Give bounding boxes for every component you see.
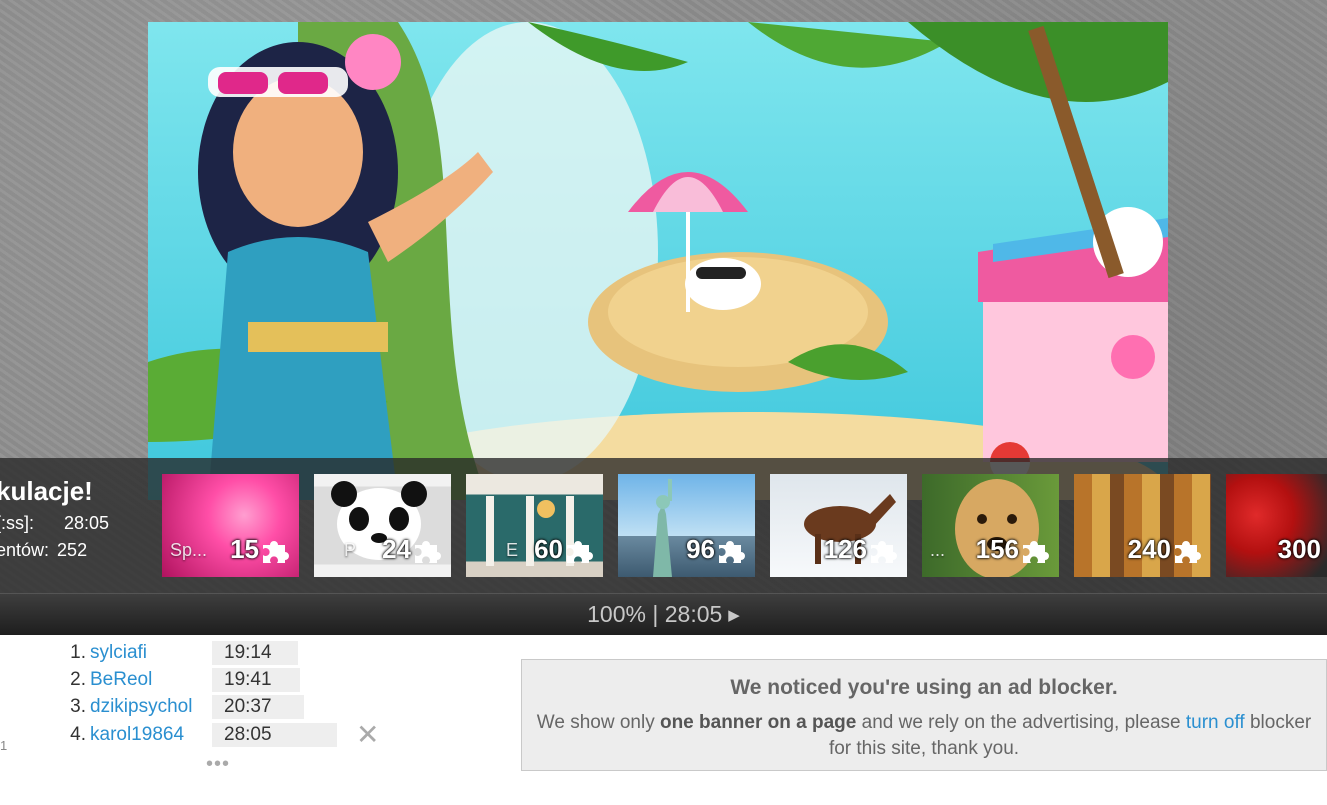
leaderboard-row: 2. BeReol 19:41 xyxy=(50,668,310,692)
puzzle-thumbnail[interactable]: 126 xyxy=(770,474,907,577)
puzzle-piece-icon xyxy=(1023,541,1049,563)
time-row: [:ss]: 28:05 xyxy=(0,513,146,534)
thumbnail-name: Sp... xyxy=(170,540,208,560)
thumbnail-piece-count: 300 xyxy=(1277,534,1321,564)
thumbnail-piece-count: 240 xyxy=(1127,534,1171,564)
ad-text-part: We show only xyxy=(536,712,660,733)
stats-bar: 100% | 28:05 ▶ xyxy=(0,593,1327,635)
thumbnail-name: ... xyxy=(930,540,946,560)
congratulations-panel: kulacje! [:ss]: 28:05 entów: 252 xyxy=(0,476,146,561)
time-value: 28:05 xyxy=(64,513,110,533)
leaderboard-time: 28:05 xyxy=(212,723,337,747)
thumbnail-piece-count: 156 xyxy=(975,534,1019,564)
ad-blocker-notice: We noticed you're using an ad blocker. W… xyxy=(521,659,1327,771)
puzzle-piece-icon xyxy=(567,541,593,563)
puzzle-piece-icon xyxy=(415,541,441,563)
more-results-icon[interactable]: ••• xyxy=(206,753,230,776)
progress-percent: 100% xyxy=(587,601,646,627)
ad-text-bold: one banner on a page xyxy=(659,712,857,733)
puzzle-thumbnail[interactable]: 240 xyxy=(1074,474,1211,577)
time-label: [:ss]: xyxy=(0,513,35,533)
pieces-label: entów: xyxy=(0,540,50,560)
congratulations-title: kulacje! xyxy=(0,476,93,506)
thumbnail-piece-count: 15 xyxy=(230,534,259,564)
leaderboard-rank: 2. xyxy=(70,669,86,690)
pieces-value: 252 xyxy=(57,540,88,560)
ad-text-part: and we rely on the advertising, please xyxy=(856,712,1186,733)
elapsed-time: 28:05 xyxy=(664,601,723,627)
leaderboard-player-link[interactable]: sylciafi xyxy=(90,642,147,664)
leaderboard-time: 20:37 xyxy=(212,695,304,719)
play-icon[interactable]: ▶ xyxy=(728,607,740,624)
ad-notice-text: We show only one banner on a page and we… xyxy=(522,710,1326,762)
puzzle-thumbnail[interactable]: Sp... 15 xyxy=(162,474,299,577)
puzzle-thumbnail[interactable]: 300 xyxy=(1226,474,1327,577)
thumbnail-piece-count: 60 xyxy=(534,534,563,564)
side-number: 1 xyxy=(0,738,8,753)
thumbnail-name: E xyxy=(506,540,519,560)
puzzle-thumbnail[interactable]: ... 156 xyxy=(922,474,1059,577)
leaderboard-rank: 4. xyxy=(70,724,86,745)
leaderboard-time: 19:14 xyxy=(212,641,298,665)
thumbnail-name: P xyxy=(344,540,357,560)
leaderboard-player-link[interactable]: BeReol xyxy=(90,669,152,691)
completed-puzzle-image xyxy=(148,22,1168,500)
leaderboard-row: 1. sylciafi 19:14 xyxy=(50,641,310,665)
stats-separator: | xyxy=(652,601,659,627)
leaderboard-row: 3. dzikipsychol 20:37 xyxy=(50,695,310,719)
puzzle-piece-icon xyxy=(871,541,897,563)
leaderboard-rank: 3. xyxy=(70,696,86,717)
puzzle-piece-icon xyxy=(1175,541,1201,563)
leaderboard-time: 19:41 xyxy=(212,668,300,692)
leaderboard-player-link[interactable]: karol19864 xyxy=(90,724,184,746)
thumbnail-piece-count: 126 xyxy=(823,534,867,564)
turn-off-link[interactable]: turn off xyxy=(1186,712,1245,733)
leaderboard-row-current-user: 4. karol19864 28:05 ✕ xyxy=(50,721,390,749)
thumbnail-piece-count: 96 xyxy=(686,534,715,564)
puzzle-piece-icon xyxy=(263,541,289,563)
leaderboard-player-link[interactable]: dzikipsychol xyxy=(90,696,192,718)
puzzle-thumbnail[interactable]: P 24 xyxy=(314,474,451,577)
thumbnail-piece-count: 24 xyxy=(382,534,411,564)
leaderboard-rank: 1. xyxy=(70,642,86,663)
puzzle-thumbnail[interactable]: 96 xyxy=(618,474,755,577)
puzzle-thumbnail[interactable]: E 60 xyxy=(466,474,603,577)
puzzle-piece-icon xyxy=(719,541,745,563)
close-icon[interactable]: ✕ xyxy=(356,721,379,749)
pieces-row: entów: 252 xyxy=(0,540,146,561)
ad-notice-title: We noticed you're using an ad blocker. xyxy=(730,676,1118,699)
